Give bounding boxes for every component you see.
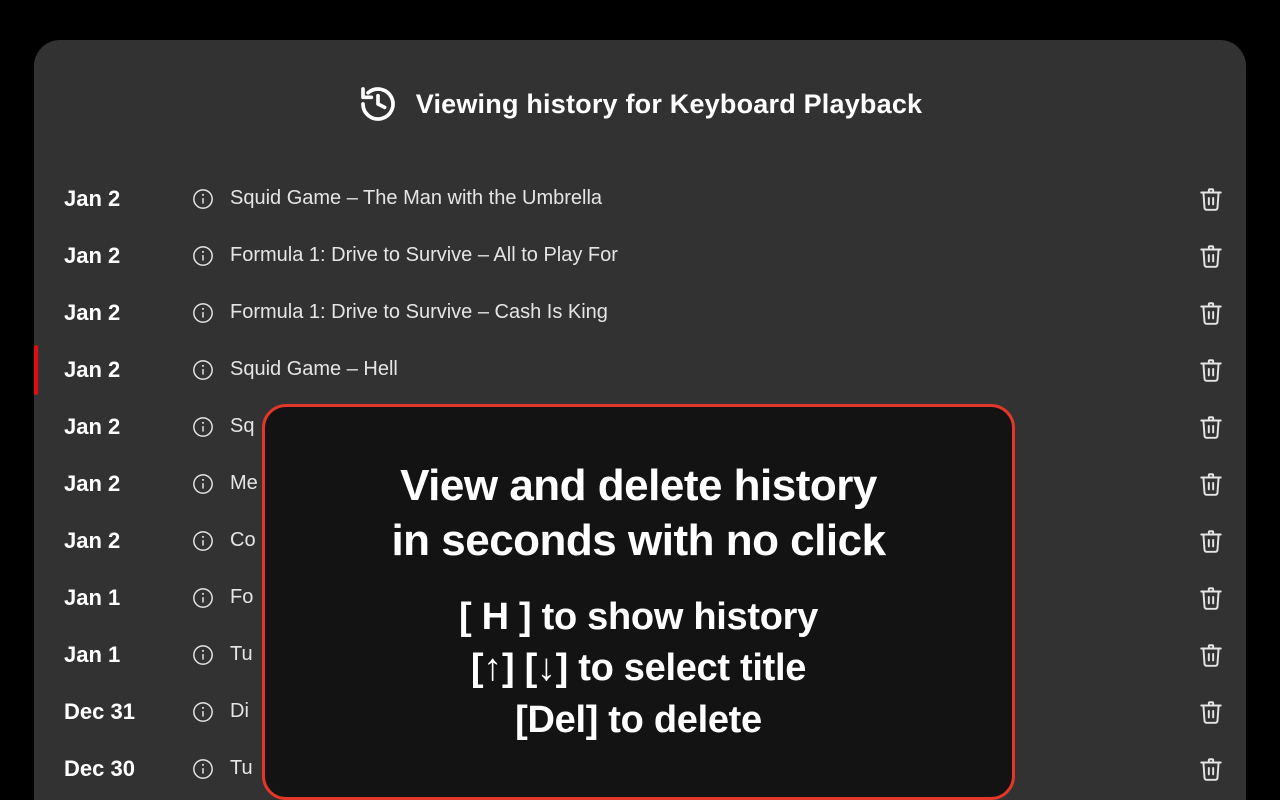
history-title: Sq <box>230 415 254 438</box>
popup-heading: View and delete history in seconds with … <box>391 458 885 568</box>
history-title: Formula 1: Drive to Survive – Cash Is Ki… <box>230 301 608 324</box>
history-title: Squid Game – The Man with the Umbrella <box>230 187 602 210</box>
trash-icon[interactable] <box>1198 300 1224 326</box>
history-title: Co <box>230 529 256 552</box>
history-date: Jan 2 <box>64 528 192 554</box>
trash-icon[interactable] <box>1198 357 1224 383</box>
trash-icon[interactable] <box>1198 585 1224 611</box>
history-title: Squid Game – Hell <box>230 358 398 381</box>
history-title: Di <box>230 700 249 723</box>
history-title: Formula 1: Drive to Survive – All to Pla… <box>230 244 618 267</box>
info-icon[interactable] <box>192 188 230 210</box>
trash-icon[interactable] <box>1198 243 1224 269</box>
history-title: Me <box>230 472 258 495</box>
trash-icon[interactable] <box>1198 186 1224 212</box>
trash-icon[interactable] <box>1198 699 1224 725</box>
trash-icon[interactable] <box>1198 528 1224 554</box>
trash-icon[interactable] <box>1198 642 1224 668</box>
page-title: Viewing history for Keyboard Playback <box>416 89 923 120</box>
history-title: Fo <box>230 586 253 609</box>
info-icon[interactable] <box>192 701 230 723</box>
trash-icon[interactable] <box>1198 471 1224 497</box>
history-date: Jan 1 <box>64 642 192 668</box>
history-date: Jan 2 <box>64 357 192 383</box>
history-date: Jan 2 <box>64 186 192 212</box>
info-icon[interactable] <box>192 587 230 609</box>
history-date: Jan 2 <box>64 243 192 269</box>
help-popup: View and delete history in seconds with … <box>262 404 1015 800</box>
info-icon[interactable] <box>192 473 230 495</box>
history-date: Jan 2 <box>64 471 192 497</box>
history-row[interactable]: Jan 2 Squid Game – The Man with the Umbre… <box>34 170 1246 227</box>
history-row[interactable]: Jan 2 Squid Game – Hell <box>34 341 1246 398</box>
history-title: Tu <box>230 757 253 780</box>
history-date: Dec 30 <box>64 756 192 782</box>
trash-icon[interactable] <box>1198 414 1224 440</box>
trash-icon[interactable] <box>1198 756 1224 782</box>
info-icon[interactable] <box>192 530 230 552</box>
info-icon[interactable] <box>192 416 230 438</box>
history-date: Dec 31 <box>64 699 192 725</box>
info-icon[interactable] <box>192 245 230 267</box>
history-header: Viewing history for Keyboard Playback <box>34 84 1246 124</box>
info-icon[interactable] <box>192 359 230 381</box>
info-icon[interactable] <box>192 644 230 666</box>
popup-hints: [ H ] to show history [↑] [↓] to select … <box>459 592 818 746</box>
info-icon[interactable] <box>192 302 230 324</box>
history-date: Jan 2 <box>64 414 192 440</box>
info-icon[interactable] <box>192 758 230 780</box>
history-icon <box>358 84 398 124</box>
selection-marker <box>34 345 38 395</box>
history-date: Jan 2 <box>64 300 192 326</box>
history-date: Jan 1 <box>64 585 192 611</box>
history-row[interactable]: Jan 2 Formula 1: Drive to Survive – All t… <box>34 227 1246 284</box>
history-row[interactable]: Jan 2 Formula 1: Drive to Survive – Cash … <box>34 284 1246 341</box>
history-title: Tu <box>230 643 253 666</box>
